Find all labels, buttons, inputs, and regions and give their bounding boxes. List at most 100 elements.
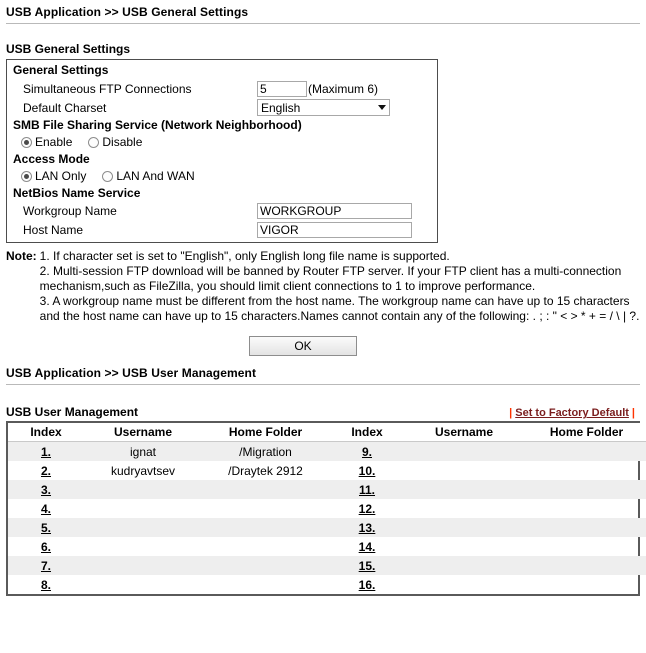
default-charset-select[interactable]: English	[257, 99, 390, 116]
index-link[interactable]: 7.	[41, 559, 51, 573]
th-username-right: Username	[405, 423, 523, 442]
cell-home-folder: /Migration	[202, 441, 329, 461]
th-index-right: Index	[329, 423, 405, 442]
th-home-left: Home Folder	[202, 423, 329, 442]
index-link[interactable]: 12.	[359, 502, 376, 516]
table-row: 5. 13.	[8, 518, 646, 537]
cell-index: 1.	[8, 441, 84, 461]
index-link[interactable]: 4.	[41, 502, 51, 516]
user-management-table: Index Username Home Folder Index Usernam…	[8, 423, 646, 594]
th-index-left: Index	[8, 423, 84, 442]
cell-home-folder	[202, 556, 329, 575]
row-simultaneous-ftp-connections: Simultaneous FTP Connections (Maximum 6)	[7, 79, 437, 98]
radio-on-icon	[21, 136, 32, 148]
access-mode-heading: Access Mode	[13, 152, 90, 166]
page-title-usb-user-management: USB User Management	[6, 405, 139, 419]
cell-home-folder	[202, 518, 329, 537]
cell-username	[405, 537, 523, 556]
cell-username	[405, 499, 523, 518]
index-link[interactable]: 16.	[359, 578, 376, 592]
cell-index: 8.	[8, 575, 84, 594]
user-management-title-row: USB User Management | Set to Factory Defa…	[6, 405, 640, 423]
index-link[interactable]: 10.	[359, 464, 376, 478]
cell-index: 5.	[8, 518, 84, 537]
access-mode-radio-group: LAN Only LAN And WAN	[7, 167, 437, 185]
set-to-factory-default-link[interactable]: Set to Factory Default	[515, 407, 629, 419]
ok-button[interactable]: OK	[249, 336, 357, 356]
breadcrumb-divider-1	[6, 23, 640, 24]
cell-index: 6.	[8, 537, 84, 556]
index-link[interactable]: 13.	[359, 521, 376, 535]
cell-home-folder	[202, 499, 329, 518]
cell-username: ignat	[84, 441, 202, 461]
radio-on-icon	[21, 170, 32, 182]
cell-username	[84, 480, 202, 499]
note-item-1: 1. If character set is set to "English",…	[39, 249, 450, 263]
smb-disable-option[interactable]: Disable	[88, 135, 142, 149]
cell-username: kudryavtsev	[110, 463, 176, 478]
cell-index: 7.	[8, 556, 84, 575]
row-host-name: Host Name	[7, 220, 437, 242]
smb-enable-option[interactable]: Enable	[21, 135, 72, 149]
radio-off-icon	[88, 136, 100, 148]
breadcrumb-divider-2	[6, 384, 640, 385]
table-header-row: Index Username Home Folder Index Usernam…	[8, 423, 646, 442]
index-link[interactable]: 14.	[359, 540, 376, 554]
cell-username	[84, 537, 202, 556]
pipe-right: |	[631, 407, 635, 419]
cell-username	[405, 575, 523, 594]
pipe-left: |	[509, 407, 513, 419]
table-row: 4. 12.	[8, 499, 646, 518]
cell-index: 10.	[329, 461, 405, 480]
radio-off-icon	[102, 170, 114, 182]
page-title-usb-general-settings: USB General Settings	[6, 42, 131, 56]
index-link[interactable]: 15.	[359, 559, 376, 573]
smb-file-sharing-heading: SMB File Sharing Service (Network Neighb…	[13, 118, 302, 132]
index-link[interactable]: 1.	[41, 445, 51, 459]
general-settings-heading: General Settings	[13, 63, 109, 77]
cell-username	[405, 441, 523, 461]
index-link[interactable]: 11.	[359, 483, 375, 497]
cell-username	[84, 499, 202, 518]
cell-home-folder	[523, 480, 646, 499]
workgroup-name-input[interactable]	[257, 202, 412, 219]
factory-default-wrap: | Set to Factory Default |	[506, 407, 640, 419]
index-link[interactable]: 6.	[41, 540, 51, 554]
page-root: USB Application >> USB General Settings …	[0, 0, 646, 596]
cell-index: 9.	[329, 441, 405, 461]
cell-index: 13.	[329, 518, 405, 537]
access-lan-only-option[interactable]: LAN Only	[21, 169, 86, 183]
cell-username	[405, 461, 523, 480]
index-link[interactable]: 9.	[362, 445, 372, 459]
cell-home-folder	[523, 537, 646, 556]
th-username-left: Username	[84, 423, 202, 442]
table-row: 1. ignat /Migration 9.	[8, 441, 646, 461]
cell-home-folder	[523, 461, 646, 480]
table-row: 2. kudryavtsev /Draytek 2912 10.	[8, 461, 646, 480]
host-name-input[interactable]	[257, 221, 412, 238]
cell-home-folder	[523, 556, 646, 575]
cell-home-folder	[523, 518, 646, 537]
access-lan-only-label: LAN Only	[35, 169, 87, 183]
table-body: 1. ignat /Migration 9. 2. kudryavtsev /D…	[8, 441, 646, 595]
table-row: 7. 15.	[8, 556, 646, 575]
ftp-connections-input[interactable]	[257, 80, 307, 97]
note-items: 1. If character set is set to "English",…	[40, 249, 640, 324]
smb-enable-label: Enable	[35, 135, 73, 149]
cell-home-folder: /Draytek 2912	[228, 463, 303, 478]
cell-home-folder	[523, 441, 646, 461]
index-link[interactable]: 3.	[41, 483, 51, 497]
index-link[interactable]: 2.	[41, 464, 51, 478]
cell-index: 15.	[329, 556, 405, 575]
index-link[interactable]: 8.	[41, 578, 51, 592]
user-management-table-wrap: Index Username Home Folder Index Usernam…	[6, 423, 646, 596]
note-item-3: 3. A workgroup name must be different fr…	[39, 294, 640, 323]
cell-index: 14.	[329, 537, 405, 556]
row-workgroup-name: Workgroup Name	[7, 201, 437, 220]
access-lan-and-wan-option[interactable]: LAN And WAN	[102, 169, 195, 183]
table-row: 3. 11.	[8, 480, 646, 499]
cell-index: 4.	[8, 499, 84, 518]
index-link[interactable]: 5.	[41, 521, 51, 535]
cell-username	[84, 575, 202, 594]
ftp-max-hint: (Maximum 6)	[308, 81, 379, 96]
